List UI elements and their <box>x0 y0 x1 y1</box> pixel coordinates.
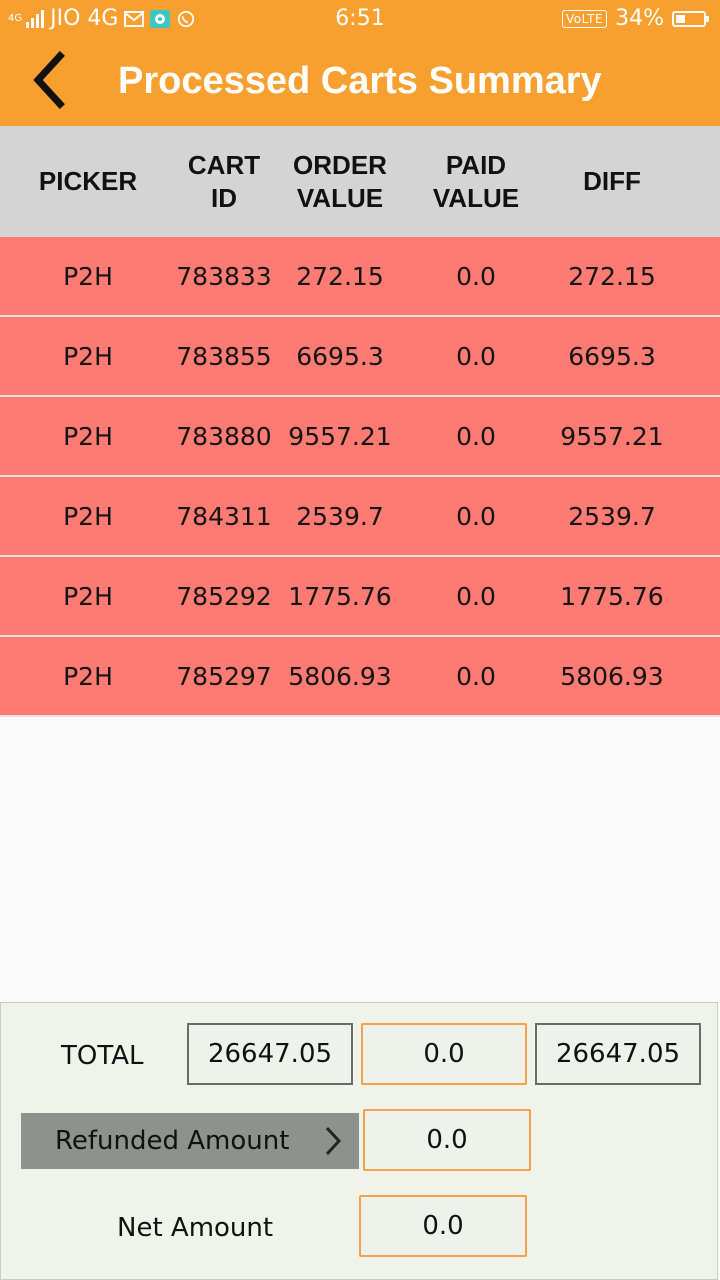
total-diff-field: 26647.05 <box>535 1023 701 1085</box>
cell-paid-value: 0.0 <box>456 581 496 611</box>
cell-cart-id: 785297 <box>176 661 272 691</box>
summary-panel: TOTAL 26647.05 0.0 26647.05 Refunded Amo… <box>0 1002 718 1280</box>
cell-cart-id: 783833 <box>176 261 272 291</box>
app-bar: Processed Carts Summary <box>0 38 720 126</box>
cell-diff: 272.15 <box>568 261 656 291</box>
cell-diff: 9557.21 <box>560 421 664 451</box>
table-row[interactable]: P2H 784311 2539.7 0.0 2539.7 <box>0 477 720 557</box>
page-title: Processed Carts Summary <box>118 60 602 102</box>
cell-picker: P2H <box>63 501 113 531</box>
cell-order-value: 9557.21 <box>288 421 392 451</box>
column-header-picker: PICKER <box>38 166 138 196</box>
cell-picker: P2H <box>63 581 113 611</box>
table-row[interactable]: P2H 783855 6695.3 0.0 6695.3 <box>0 317 720 397</box>
cell-paid-value: 0.0 <box>456 421 496 451</box>
table-row[interactable]: P2H 785297 5806.93 0.0 5806.93 <box>0 637 720 717</box>
cell-cart-id: 784311 <box>176 501 272 531</box>
back-button[interactable] <box>18 50 78 110</box>
cell-diff: 6695.3 <box>568 341 656 371</box>
refunded-amount-button[interactable]: Refunded Amount <box>21 1113 359 1169</box>
cell-order-value: 6695.3 <box>296 341 384 371</box>
table-row[interactable]: P2H 783880 9557.21 0.0 9557.21 <box>0 397 720 477</box>
cell-picker: P2H <box>63 261 113 291</box>
cell-order-value: 272.15 <box>296 261 384 291</box>
cell-diff: 5806.93 <box>560 661 664 691</box>
cell-picker: P2H <box>63 341 113 371</box>
total-paid-value-field[interactable]: 0.0 <box>361 1023 527 1085</box>
column-header-order-value: ORDER VALUE <box>293 149 387 213</box>
column-header-paid-value: PAID VALUE <box>432 149 520 213</box>
cell-paid-value: 0.0 <box>456 261 496 291</box>
table-row[interactable]: P2H 783833 272.15 0.0 272.15 <box>0 237 720 317</box>
cell-picker: P2H <box>63 661 113 691</box>
cell-paid-value: 0.0 <box>456 661 496 691</box>
status-right: VoLTE 34% <box>562 6 709 31</box>
cell-diff: 1775.76 <box>560 581 664 611</box>
column-header-diff: DIFF <box>583 166 641 196</box>
refunded-amount-field[interactable]: 0.0 <box>363 1109 531 1171</box>
chevron-right-icon <box>325 1126 342 1156</box>
cell-cart-id: 785292 <box>176 581 272 611</box>
net-amount-field: 0.0 <box>359 1195 527 1257</box>
total-label: TOTAL <box>61 1041 144 1071</box>
cell-paid-value: 0.0 <box>456 341 496 371</box>
net-amount-label: Net Amount <box>117 1213 274 1243</box>
cart-list: P2H 783833 272.15 0.0 272.15 P2H 783855 … <box>0 237 720 717</box>
battery-percent: 34% <box>615 6 664 31</box>
column-header-cart-id: CART ID <box>187 149 261 213</box>
table-header: PICKER CART ID ORDER VALUE PAID VALUE DI… <box>0 126 720 237</box>
status-bar: 4G JIO 4G 6:51 VoLTE 34% <box>0 0 720 38</box>
cell-order-value: 5806.93 <box>288 661 392 691</box>
cell-cart-id: 783880 <box>176 421 272 451</box>
battery-icon <box>672 10 709 27</box>
cell-cart-id: 783855 <box>176 341 272 371</box>
volte-badge: VoLTE <box>562 9 608 28</box>
total-order-value-field: 26647.05 <box>187 1023 353 1085</box>
table-row[interactable]: P2H 785292 1775.76 0.0 1775.76 <box>0 557 720 637</box>
refunded-amount-label: Refunded Amount <box>55 1126 290 1156</box>
cell-order-value: 1775.76 <box>288 581 392 611</box>
cell-diff: 2539.7 <box>568 501 656 531</box>
chevron-left-icon <box>33 51 65 109</box>
cell-order-value: 2539.7 <box>296 501 384 531</box>
cell-picker: P2H <box>63 421 113 451</box>
cell-paid-value: 0.0 <box>456 501 496 531</box>
